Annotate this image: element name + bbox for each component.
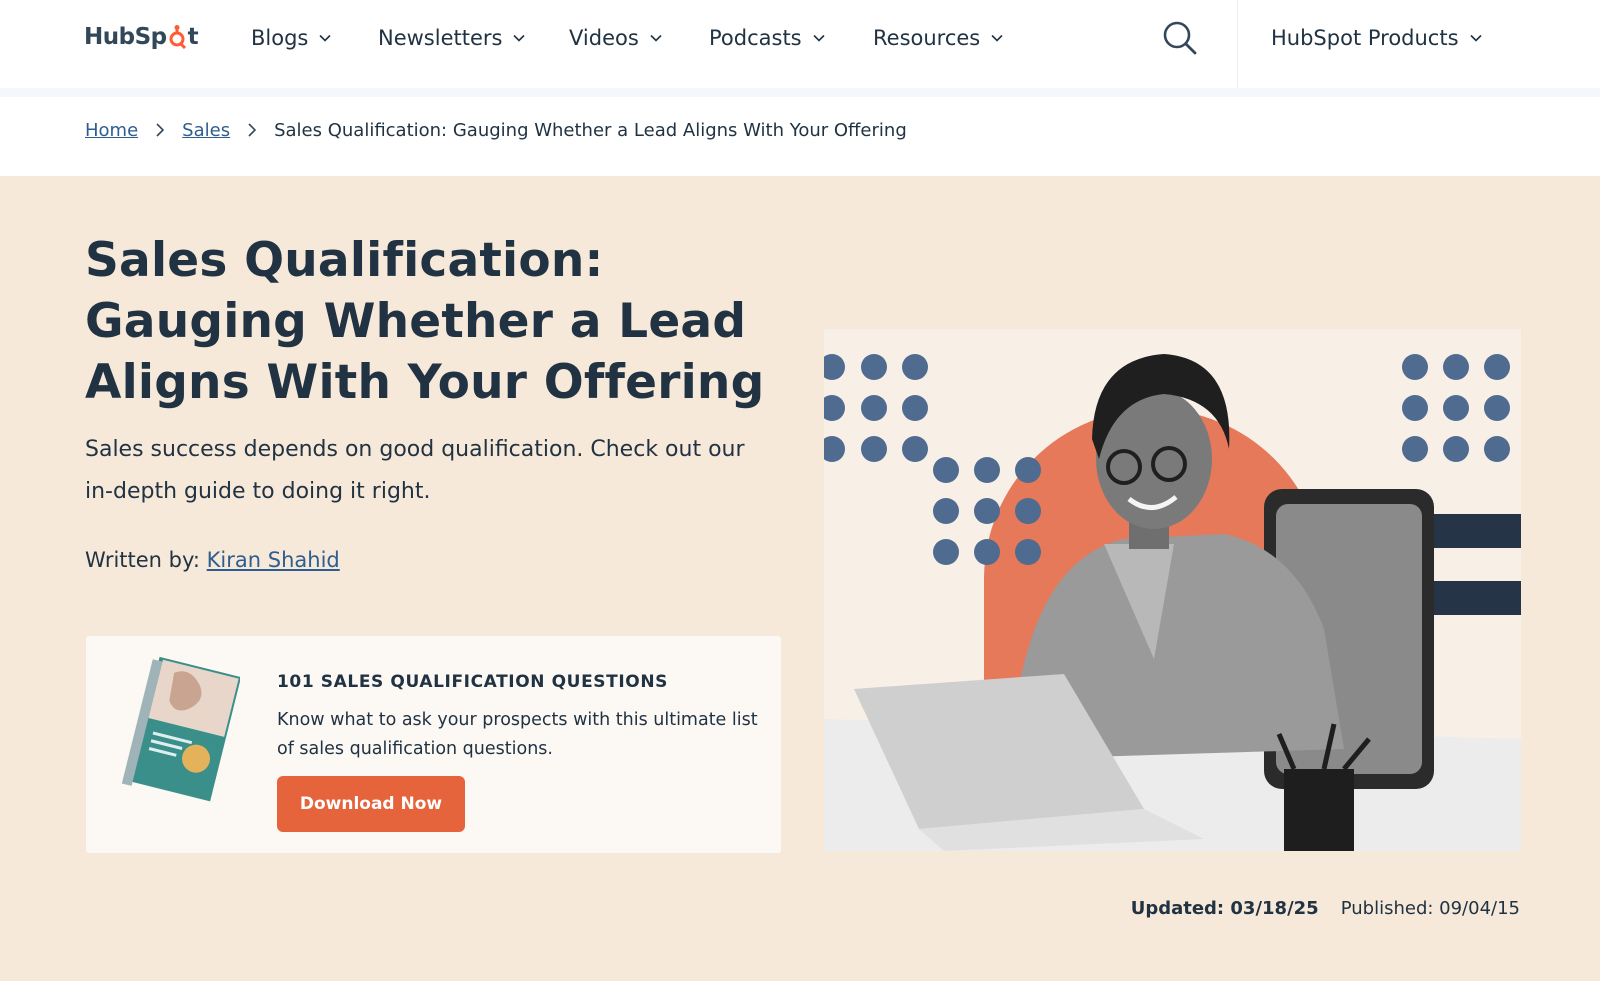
top-navigation: HubSp t Blogs Newsletters Videos Podcast… bbox=[0, 0, 1600, 88]
chevron-right-icon bbox=[248, 123, 257, 137]
nav-shadow-strip bbox=[0, 88, 1600, 97]
nav-item-label: Newsletters bbox=[378, 26, 503, 50]
chevron-right-icon bbox=[156, 123, 165, 137]
logo-text-right: t bbox=[187, 24, 199, 50]
chevron-down-icon bbox=[813, 34, 825, 42]
chevron-down-icon bbox=[991, 34, 1003, 42]
page-title: Sales Qualification: Gauging Whether a L… bbox=[85, 233, 765, 410]
page-bottom-strip bbox=[0, 981, 1600, 991]
article-subtitle: Sales success depends on good qualificat… bbox=[85, 437, 745, 504]
chevron-down-icon bbox=[513, 34, 526, 42]
nav-item-resources[interactable]: Resources bbox=[873, 22, 1004, 54]
author-link[interactable]: Kiran Shahid bbox=[207, 548, 340, 572]
hubspot-logo[interactable]: HubSp t bbox=[84, 20, 199, 54]
nav-item-newsletters[interactable]: Newsletters bbox=[378, 22, 526, 54]
breadcrumb-current: Sales Qualification: Gauging Whether a L… bbox=[274, 119, 907, 141]
byline-prefix: Written by: bbox=[85, 548, 200, 572]
nav-item-label: Blogs bbox=[251, 26, 309, 50]
chevron-down-icon bbox=[319, 34, 331, 42]
logo-text-left: HubSp bbox=[84, 24, 167, 50]
chevron-down-icon bbox=[650, 34, 662, 42]
cta-title: 101 SALES QUALIFICATION QUESTIONS bbox=[277, 672, 668, 692]
updated-date: Updated: 03/18/25 bbox=[1130, 898, 1319, 919]
breadcrumb: Home Sales Sales Qualification: Gauging … bbox=[85, 116, 907, 144]
breadcrumb-sales-link[interactable]: Sales bbox=[182, 120, 230, 141]
published-date: Published: 09/04/15 bbox=[1340, 898, 1520, 919]
products-label: HubSpot Products bbox=[1271, 26, 1459, 50]
article-dates: Updated: 03/18/25 Published: 09/04/15 bbox=[1131, 898, 1520, 919]
nav-item-blogs[interactable]: Blogs bbox=[251, 22, 332, 54]
ebook-cover-image bbox=[121, 656, 240, 802]
nav-item-label: Podcasts bbox=[709, 26, 802, 50]
search-icon bbox=[1163, 21, 1197, 55]
featured-image bbox=[824, 329, 1521, 851]
nav-divider bbox=[1237, 0, 1238, 88]
article-hero: Sales Qualification: Gauging Whether a L… bbox=[0, 176, 1600, 981]
nav-item-label: Resources bbox=[873, 26, 981, 50]
hubspot-products-menu[interactable]: HubSpot Products bbox=[1271, 22, 1483, 54]
cta-description: Know what to ask your prospects with thi… bbox=[277, 710, 758, 759]
nav-item-podcasts[interactable]: Podcasts bbox=[709, 22, 826, 54]
nav-item-videos[interactable]: Videos bbox=[569, 22, 663, 54]
sprocket-icon bbox=[168, 25, 188, 49]
featured-illustration bbox=[824, 329, 1521, 851]
byline: Written by: Kiran Shahid bbox=[85, 548, 340, 572]
breadcrumb-home-link[interactable]: Home bbox=[85, 120, 138, 141]
download-now-button[interactable]: Download Now bbox=[277, 776, 465, 832]
search-button[interactable] bbox=[1160, 18, 1200, 58]
nav-item-label: Videos bbox=[569, 26, 639, 50]
chevron-down-icon bbox=[1469, 34, 1482, 42]
ebook-cta-card: 101 SALES QUALIFICATION QUESTIONS Know w… bbox=[86, 636, 781, 853]
